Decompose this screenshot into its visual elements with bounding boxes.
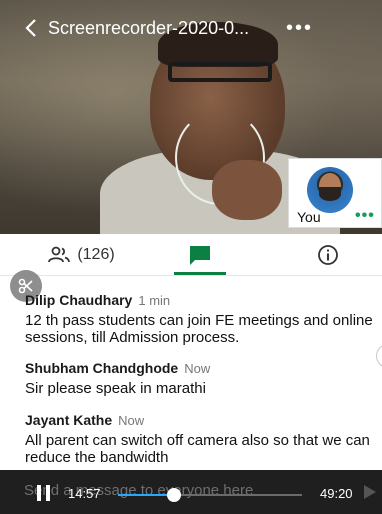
message-sender: Shubham Chandghode <box>25 360 179 376</box>
send-icon[interactable] <box>364 485 376 499</box>
playback-bar: Send a message to everyone here 14:57 49… <box>0 470 382 514</box>
message-text: All parent can switch off camera also so… <box>25 432 370 466</box>
chat-message: Jayant Kathe Now All parent can switch of… <box>25 412 377 466</box>
pause-icon-bar-left <box>37 485 41 501</box>
seek-bar[interactable] <box>118 488 302 502</box>
pause-button[interactable] <box>36 485 52 501</box>
message-sender: Jayant Kathe <box>25 412 113 428</box>
speaker-glasses <box>168 62 272 82</box>
tab-people[interactable]: (126) <box>36 234 126 276</box>
back-button[interactable] <box>24 8 38 48</box>
pause-icon-bar-right <box>46 485 50 501</box>
info-icon <box>318 245 338 265</box>
chevron-left-icon <box>25 19 36 37</box>
message-text: 12 th pass students can join FE meetings… <box>25 312 373 346</box>
message-sender: Dilip Chaudhary <box>25 292 133 308</box>
more-options-button[interactable]: ••• <box>286 8 313 48</box>
top-bar: Screenrecorder-2020-0... ••• <box>0 8 382 48</box>
speaker-hand <box>212 160 282 220</box>
people-icon <box>48 246 71 263</box>
self-view-label: You <box>297 209 321 225</box>
message-input[interactable]: Send a message to everyone here <box>24 482 253 499</box>
avatar <box>307 167 353 213</box>
seek-bar-progress <box>118 494 174 496</box>
self-view-more-button[interactable]: ••• <box>355 207 375 225</box>
message-text: Sir please speak in marathi <box>25 380 206 397</box>
total-time: 49:20 <box>320 486 353 501</box>
chat-message: Shubham Chandghode Now Sir please speak i… <box>25 360 377 397</box>
message-time: Now <box>184 361 211 376</box>
current-time: 14:57 <box>68 486 101 501</box>
self-view-tile[interactable]: You ••• <box>288 158 382 228</box>
tab-chat[interactable] <box>170 234 230 276</box>
tab-bar: (126) <box>0 234 382 276</box>
avatar-beard <box>319 187 341 201</box>
chat-message: Dilip Chaudhary 1 min 12 th pass students… <box>25 292 377 346</box>
chat-icon <box>190 246 210 265</box>
message-time: Now <box>118 413 145 428</box>
tab-info[interactable] <box>306 234 350 276</box>
chat-message-list: Dilip Chaudhary 1 min 12 th pass students… <box>0 284 382 470</box>
page-title: Screenrecorder-2020-0... <box>48 18 250 38</box>
people-count: (126) <box>77 246 115 263</box>
message-time: 1 min <box>138 293 171 308</box>
active-tab-indicator <box>174 272 226 275</box>
seek-thumb[interactable] <box>166 488 181 502</box>
